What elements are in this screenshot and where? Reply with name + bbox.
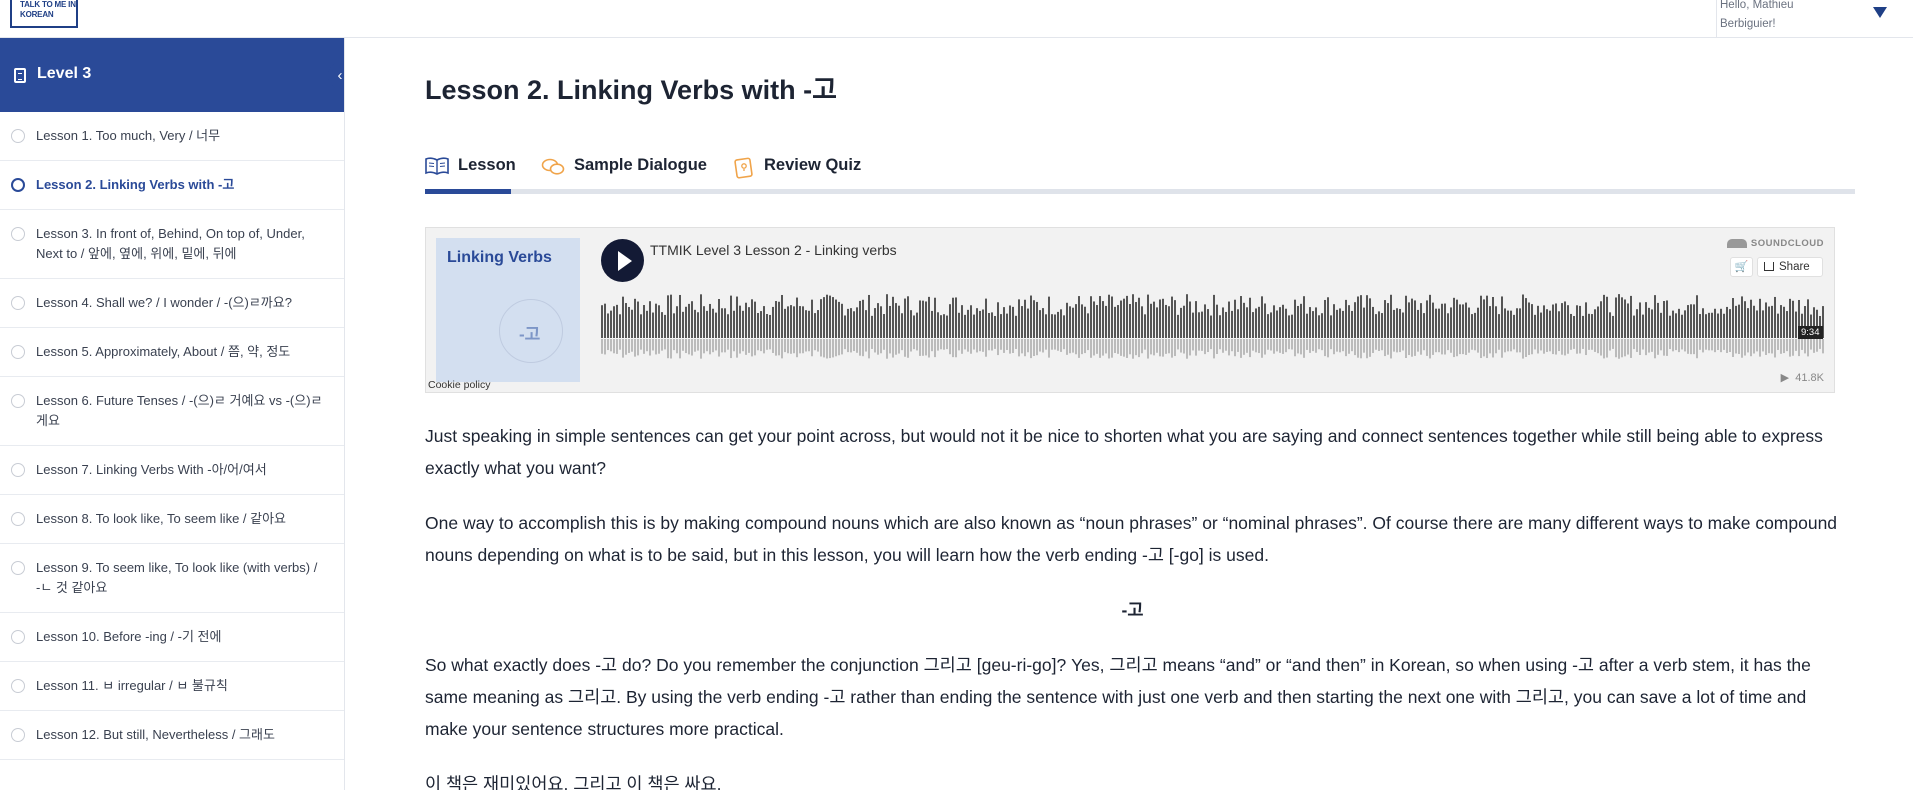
artwork-title: Linking Verbs (447, 249, 552, 266)
book-open-icon (425, 157, 449, 180)
book-icon (14, 68, 26, 83)
artwork-text: -고 (519, 325, 541, 344)
lesson-item-label: Lesson 11. ㅂ irregular / ㅂ 불규칙 (36, 678, 228, 693)
lesson-item-label: Lesson 3. In front of, Behind, On top of… (36, 226, 305, 261)
quiz-card-icon (733, 157, 755, 184)
track-artwork[interactable]: Linking Verbs -고 (436, 238, 580, 382)
lesson-item-label: Lesson 1. Too much, Very / 너무 (36, 128, 221, 143)
lesson-item-label: Lesson 8. To look like, To seem like / 같… (36, 511, 287, 526)
play-button[interactable] (601, 239, 644, 282)
lesson-item-label: Lesson 12. But still, Nevertheless / 그래도 (36, 727, 275, 742)
tab-sample-dialogue[interactable]: Sample Dialogue (541, 156, 707, 196)
sidebar-lesson-item[interactable]: Lesson 3. In front of, Behind, On top of… (0, 210, 344, 279)
sidebar-header: Level 3 (0, 38, 344, 112)
sidebar-lesson-item[interactable]: Lesson 7. Linking Verbs With -아/어/여서 (0, 446, 344, 495)
lesson-status-icon (11, 630, 25, 644)
sidebar-lesson-item[interactable]: Lesson 10. Before -ing / -기 전에 (0, 613, 344, 662)
waveform[interactable] (601, 294, 1825, 360)
section-heading: -고 (1121, 600, 1144, 620)
lesson-status-icon (11, 129, 25, 143)
lesson-item-label: Lesson 4. Shall we? / I wonder / -(으)ㄹ까요… (36, 295, 292, 310)
lesson-body: Just speaking in simple sentences can ge… (425, 420, 1840, 790)
lesson-status-icon (11, 345, 25, 359)
soundcloud-player: Linking Verbs -고 Cookie policy TTMIK Lev… (425, 227, 1835, 393)
paragraph-compound-nouns: One way to accomplish this is by making … (425, 513, 1838, 565)
caret-down-icon[interactable] (1873, 7, 1887, 18)
lesson-item-label: Lesson 2. Linking Verbs with -고 (36, 177, 235, 192)
share-icon (1764, 262, 1774, 271)
tab-lesson[interactable]: Lesson (425, 156, 516, 196)
lesson-list: Lesson 1. Too much, Very / 너무 Lesson 2. L… (0, 112, 344, 760)
soundcloud-cloud-icon (1726, 239, 1747, 248)
paragraph-example: 이 책은 재미있어요. 그리고 이 책은 싸요. (425, 774, 722, 790)
lesson-status-icon (11, 679, 25, 693)
lesson-tabs: Lesson Sample Dialogue Review Quiz (425, 156, 1855, 196)
sidebar-lesson-item[interactable]: Lesson 5. Approximately, About / 쯤, 약, 정… (0, 328, 344, 377)
page-title: Lesson 2. Linking Verbs with -고 (425, 75, 837, 105)
lesson-status-icon (11, 178, 25, 192)
tab-lesson-label: Lesson (458, 156, 516, 174)
sidebar-lesson-item[interactable]: Lesson 1. Too much, Very / 너무 (0, 112, 344, 161)
share-label: Share (1779, 261, 1810, 273)
paragraph-intro: Just speaking in simple sentences can ge… (425, 426, 1823, 478)
lesson-status-icon (11, 394, 25, 408)
lesson-sidebar: Level 3 ‹ Lesson 1. Too much, Very / 너무 L… (0, 38, 345, 790)
tab-sample-dialogue-label: Sample Dialogue (574, 156, 707, 174)
lesson-status-icon (11, 728, 25, 742)
tab-review-quiz-label: Review Quiz (764, 156, 862, 174)
cookie-policy-link[interactable]: Cookie policy (428, 379, 490, 391)
sidebar-lesson-item[interactable]: Lesson 6. Future Tenses / -(으)ㄹ 거예요 vs -… (0, 377, 344, 446)
share-button[interactable]: Share (1757, 257, 1823, 277)
user-greeting: Hello, Mathieu Berbiguier! (1720, 0, 1794, 30)
sidebar-lesson-item[interactable]: Lesson 8. To look like, To seem like / 같… (0, 495, 344, 544)
lesson-status-icon (11, 512, 25, 526)
top-bar: TALK TO ME IN KOREAN Hello, Mathieu Berb… (0, 0, 1913, 38)
sidebar-lesson-item[interactable]: Lesson 11. ㅂ irregular / ㅂ 불규칙 (0, 662, 344, 711)
lesson-status-icon (11, 561, 25, 575)
lesson-item-label: Lesson 7. Linking Verbs With -아/어/여서 (36, 462, 267, 477)
sidebar-title: Level 3 (37, 65, 92, 82)
track-duration: 9:34 (1798, 326, 1823, 339)
speech-bubbles-icon (541, 157, 565, 182)
lesson-status-icon (11, 227, 25, 241)
lesson-status-icon (11, 463, 25, 477)
track-title[interactable]: TTMIK Level 3 Lesson 2 - Linking verbs (650, 242, 897, 258)
tab-review-quiz[interactable]: Review Quiz (733, 156, 861, 196)
sidebar-lesson-item[interactable]: Lesson 12. But still, Nevertheless / 그래도 (0, 711, 344, 760)
sidebar-lesson-item[interactable]: Lesson 2. Linking Verbs with -고 (0, 161, 344, 210)
lesson-item-label: Lesson 5. Approximately, About / 쯤, 약, 정… (36, 344, 291, 359)
collapse-sidebar-button[interactable]: ‹ (328, 62, 344, 89)
lesson-item-label: Lesson 10. Before -ing / -기 전에 (36, 629, 222, 644)
sidebar-lesson-item[interactable]: Lesson 4. Shall we? / I wonder / -(으)ㄹ까요… (0, 279, 344, 328)
cart-icon: 🛒 (1734, 261, 1749, 273)
ttmik-logo[interactable]: TALK TO ME IN KOREAN (10, 0, 78, 28)
play-count-value: 41.8K (1795, 372, 1824, 384)
cart-button[interactable]: 🛒 (1730, 257, 1753, 277)
play-count: ▶ 41.8K (1780, 372, 1824, 384)
lesson-status-icon (11, 296, 25, 310)
soundcloud-logo[interactable]: SOUNDCLOUD (1726, 238, 1824, 249)
main-content: Lesson 2. Linking Verbs with -고 Lesson S… (346, 38, 1913, 790)
lesson-item-label: Lesson 9. To seem like, To look like (wi… (36, 560, 318, 595)
lesson-item-label: Lesson 6. Future Tenses / -(으)ㄹ 거예요 vs -… (36, 393, 323, 428)
paragraph-explanation: So what exactly does -고 do? Do you remem… (425, 655, 1811, 739)
sidebar-lesson-item[interactable]: Lesson 9. To seem like, To look like (wi… (0, 544, 344, 613)
user-menu[interactable]: Hello, Mathieu Berbiguier! (1716, 0, 1913, 38)
soundcloud-brand: SOUNDCLOUD (1750, 238, 1824, 249)
